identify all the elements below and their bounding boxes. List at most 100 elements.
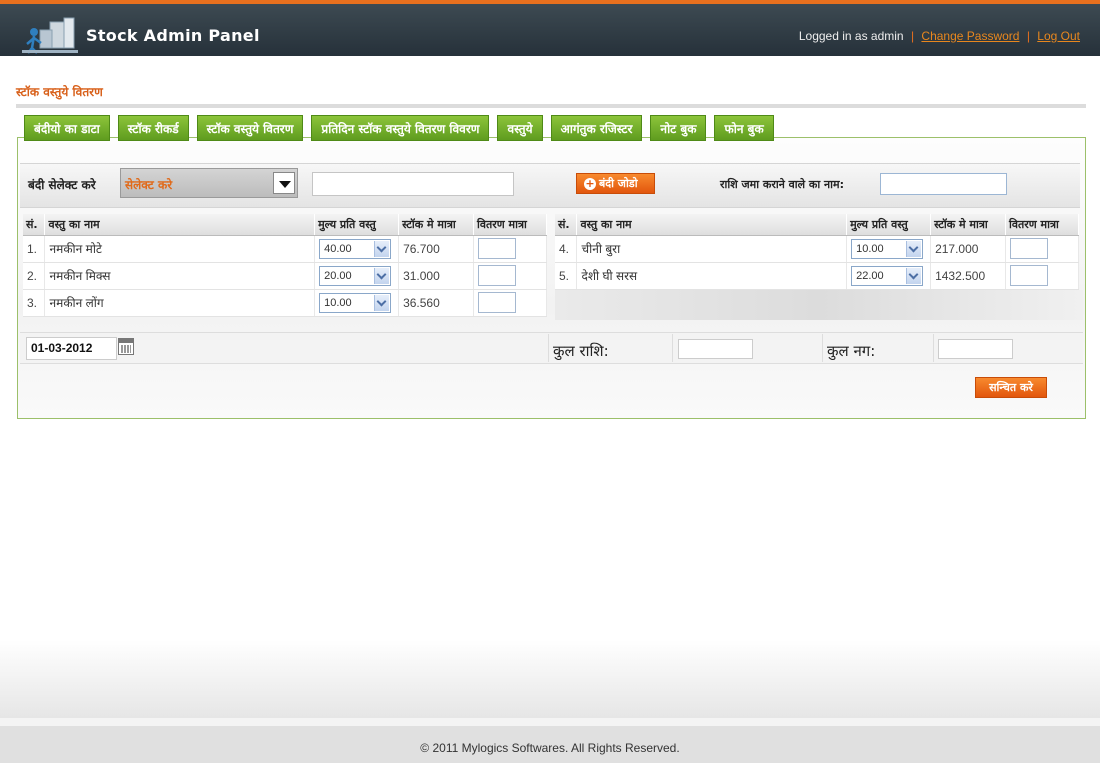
row-sno: 4. bbox=[555, 235, 578, 263]
tab-prisoner-data[interactable]: बंदीयो का डाटा bbox=[24, 115, 110, 141]
row-stock: 76.700 bbox=[398, 235, 475, 263]
row-qty-cell bbox=[473, 289, 547, 317]
table-header-row: सं. वस्तु का नाम मुल्य प्रति वस्तु स्टॉक… bbox=[23, 214, 547, 236]
save-button[interactable]: सन्चित करे bbox=[975, 377, 1047, 398]
totals-bar bbox=[20, 332, 1083, 364]
plus-circle-icon: + bbox=[584, 177, 596, 190]
bottom-fade bbox=[0, 640, 1100, 718]
row-price-cell: 20.00 bbox=[314, 262, 400, 290]
col-price: मुल्य प्रति वस्तु bbox=[314, 214, 400, 236]
date-input[interactable]: 01-03-2012 bbox=[26, 337, 117, 360]
col-distribution-qty: वितरण मात्रा bbox=[473, 214, 547, 236]
row-item-name: नमकीन लोंग bbox=[44, 289, 316, 317]
row-qty-cell bbox=[1005, 235, 1079, 263]
row-qty-cell bbox=[473, 235, 547, 263]
col-sno: सं. bbox=[23, 214, 46, 236]
total-count-input[interactable] bbox=[938, 339, 1013, 359]
tab-stock-record[interactable]: स्टॉक रीकर्ड bbox=[117, 115, 189, 141]
prisoner-search-input[interactable] bbox=[312, 172, 514, 196]
separator: | bbox=[1026, 29, 1030, 43]
chevron-down-icon[interactable] bbox=[374, 267, 390, 284]
add-prisoner-button[interactable]: + बंदी जोडो bbox=[576, 173, 655, 194]
tab-visitor-register[interactable]: आगंतुक रजिस्टर bbox=[550, 115, 643, 141]
tab-bar: बंदीयो का डाटा स्टॉक रीकर्ड स्टॉक वस्तुय… bbox=[24, 115, 782, 141]
items-table-right: सं. वस्तु का नाम मुल्य प्रति वस्तु स्टॉक… bbox=[555, 214, 1079, 290]
depositor-name-label: राशि जमा कराने वाले का नाम: bbox=[720, 178, 844, 191]
separator: | bbox=[910, 29, 915, 43]
distribution-qty-input[interactable] bbox=[478, 292, 517, 313]
tab-stock-distribution[interactable]: स्टॉक वस्तुये वितरण bbox=[196, 115, 304, 141]
copyright-text: © 2011 Mylogics Softwares. All Rights Re… bbox=[420, 741, 680, 755]
col-stock: स्टॉक मे मात्रा bbox=[930, 214, 1007, 236]
total-amount-label: कुल राशि: bbox=[553, 342, 609, 360]
row-stock: 217.000 bbox=[930, 235, 1007, 263]
distribution-qty-input[interactable] bbox=[1010, 238, 1049, 259]
calendar-icon[interactable] bbox=[118, 338, 134, 355]
app-title: Stock Admin Panel bbox=[86, 26, 260, 45]
price-select[interactable]: 20.00 bbox=[319, 265, 392, 286]
table-row: 5. देशी घी सरस 22.00 1432.500 bbox=[555, 262, 1079, 290]
row-stock: 31.000 bbox=[398, 262, 475, 290]
change-password-link[interactable]: Change Password bbox=[921, 29, 1019, 43]
row-qty-cell bbox=[1005, 262, 1079, 290]
prisoner-select-label: बंदी सेलेक्ट करे bbox=[28, 178, 96, 192]
chevron-down-icon[interactable] bbox=[374, 294, 390, 311]
distribution-qty-input[interactable] bbox=[478, 265, 517, 286]
divider bbox=[672, 334, 673, 362]
row-price-cell: 40.00 bbox=[314, 235, 400, 263]
title-divider bbox=[16, 104, 1086, 108]
distribution-qty-input[interactable] bbox=[1010, 265, 1049, 286]
col-price: मुल्य प्रति वस्तु bbox=[846, 214, 932, 236]
chevron-down-icon[interactable] bbox=[906, 267, 922, 284]
logo-icon bbox=[22, 17, 78, 54]
col-item-name: वस्तु का नाम bbox=[44, 214, 316, 236]
tab-items[interactable]: वस्तुये bbox=[497, 115, 543, 141]
total-amount-input[interactable] bbox=[678, 339, 753, 359]
table-row: 4. चीनी बुरा 10.00 217.000 bbox=[555, 235, 1079, 263]
row-sno: 2. bbox=[23, 262, 46, 290]
col-distribution-qty: वितरण मात्रा bbox=[1005, 214, 1079, 236]
depositor-name-input[interactable] bbox=[880, 173, 1007, 195]
page-title: स्टॉक वस्तुये वितरण bbox=[16, 85, 103, 99]
user-bar: Logged in as admin | Change Password | L… bbox=[799, 29, 1080, 43]
price-select[interactable]: 10.00 bbox=[319, 292, 392, 313]
divider bbox=[933, 334, 934, 362]
table-row: 2. नमकीन मिक्स 20.00 31.000 bbox=[23, 262, 547, 290]
tab-daily-distribution-details[interactable]: प्रतिदिन स्टॉक वस्तुये वितरण विवरण bbox=[311, 115, 490, 141]
row-price-cell: 10.00 bbox=[314, 289, 400, 317]
row-item-name: नमकीन मिक्स bbox=[44, 262, 316, 290]
price-value: 10.00 bbox=[856, 242, 884, 255]
price-value: 20.00 bbox=[324, 269, 352, 282]
price-value: 22.00 bbox=[856, 269, 884, 282]
total-count-label: कुल नग: bbox=[827, 342, 876, 360]
tab-note-book[interactable]: नोट बुक bbox=[650, 115, 707, 141]
price-select[interactable]: 40.00 bbox=[319, 238, 392, 259]
row-stock: 36.560 bbox=[398, 289, 475, 317]
divider bbox=[548, 334, 549, 362]
tab-phone-book[interactable]: फोन बुक bbox=[714, 115, 774, 141]
add-prisoner-label: बंदी जोडो bbox=[599, 177, 638, 190]
chevron-down-icon[interactable] bbox=[374, 240, 390, 257]
table-row: 3. नमकीन लोंग 10.00 36.560 bbox=[23, 289, 547, 317]
logout-link[interactable]: Log Out bbox=[1037, 29, 1080, 43]
row-item-name: देशी घी सरस bbox=[576, 262, 848, 290]
row-price-cell: 10.00 bbox=[846, 235, 932, 263]
distribution-qty-input[interactable] bbox=[478, 238, 517, 259]
prisoner-dropdown[interactable]: सेलेक्ट करे bbox=[120, 168, 298, 198]
row-stock: 1432.500 bbox=[930, 262, 1007, 290]
logged-in-text: Logged in as admin bbox=[798, 29, 904, 43]
col-stock: स्टॉक मे मात्रा bbox=[398, 214, 475, 236]
row-sno: 1. bbox=[23, 235, 46, 263]
chevron-down-icon[interactable] bbox=[906, 240, 922, 257]
col-item-name: वस्तु का नाम bbox=[576, 214, 848, 236]
chevron-down-icon[interactable] bbox=[273, 172, 295, 194]
price-select[interactable]: 10.00 bbox=[851, 238, 924, 259]
right-table-filler bbox=[555, 290, 1083, 320]
row-qty-cell bbox=[473, 262, 547, 290]
table-header-row: सं. वस्तु का नाम मुल्य प्रति वस्तु स्टॉक… bbox=[555, 214, 1079, 236]
row-sno: 5. bbox=[555, 262, 578, 290]
divider bbox=[822, 334, 823, 362]
price-value: 10.00 bbox=[324, 296, 352, 309]
table-row: 1. नमकीन मोटे 40.00 76.700 bbox=[23, 235, 547, 263]
price-select[interactable]: 22.00 bbox=[851, 265, 924, 286]
